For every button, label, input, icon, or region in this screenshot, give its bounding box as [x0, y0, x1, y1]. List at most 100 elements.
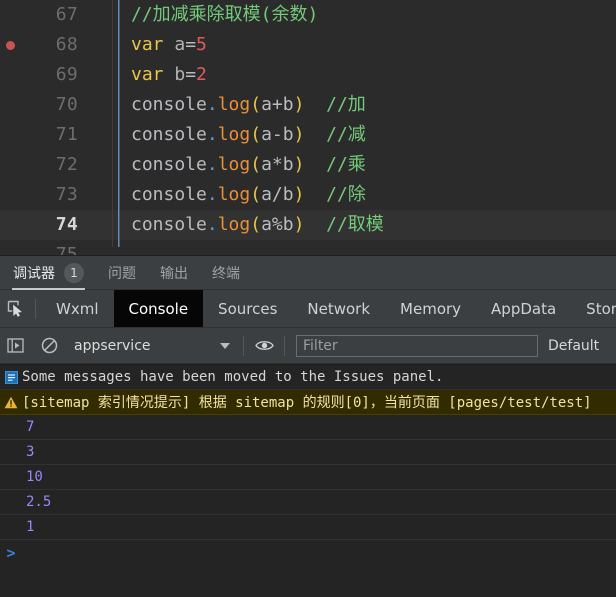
line-number-gutter: 67: [22, 0, 90, 30]
toolbar-divider-2: [243, 335, 244, 356]
code-token: (: [250, 154, 262, 175]
code-token: ): [293, 184, 305, 205]
code-line[interactable]: 71 console.log(a-b) //减: [0, 120, 616, 150]
console-filter-placeholder: Filter: [303, 337, 338, 354]
devtools-tab-appdata[interactable]: AppData: [476, 290, 571, 327]
code-line-list: 67 //加减乘除取模(余数) 68 var a=5 69 var b=2 70 consol…: [0, 0, 616, 256]
console-message-log[interactable]: 1: [0, 515, 616, 540]
code-fold-gutter[interactable]: [90, 60, 112, 90]
console-message-text: 3: [26, 444, 35, 460]
console-message-log[interactable]: 2.5: [0, 490, 616, 515]
console-message-warn[interactable]: [sitemap 索引情况提示] 根据 sitemap 的规则[0]，当前页面 …: [0, 390, 616, 415]
info-icon: [0, 370, 22, 384]
line-number: 73: [55, 184, 78, 205]
indent-guide: [119, 120, 120, 150]
warning-triangle-icon: [0, 396, 22, 409]
line-number-gutter: 72: [22, 150, 90, 180]
breakpoint-gutter[interactable]: [0, 30, 22, 60]
code-token: .: [206, 184, 218, 205]
code-token: console: [131, 124, 207, 145]
code-fold-gutter[interactable]: [90, 0, 112, 30]
indent-guide: [119, 90, 120, 120]
log-level-select[interactable]: Default: [548, 338, 599, 354]
execution-context-select[interactable]: appservice: [68, 334, 238, 358]
text-caret: [118, 0, 119, 256]
code-token: .: [206, 154, 218, 175]
console-message-info[interactable]: Some messages have been moved to the Iss…: [0, 365, 616, 390]
code-token: .: [206, 94, 218, 115]
code-token: console: [131, 154, 207, 175]
live-expression-eye-icon[interactable]: [249, 331, 279, 361]
clear-console-icon[interactable]: [34, 331, 64, 361]
devtools-tab-storage[interactable]: Storage: [571, 290, 616, 327]
breakpoint-gutter[interactable]: [0, 240, 22, 256]
code-token: console: [131, 184, 207, 205]
devtools-tab-bar: Wxml Console Sources Network Memory AppData St…: [0, 290, 616, 328]
indent-guide: [119, 150, 120, 180]
devtools-tab-console[interactable]: Console: [113, 290, 204, 327]
code-fold-gutter[interactable]: [90, 90, 112, 120]
code-editor[interactable]: 67 //加减乘除取模(余数) 68 var a=5 69 var b=2 70 consol…: [0, 0, 616, 256]
devtools-tab-network[interactable]: Network: [292, 290, 385, 327]
console-prompt-row[interactable]: >: [0, 540, 616, 570]
code-line-text: //加减乘除取模(余数): [119, 0, 616, 30]
devtools-tab-sources[interactable]: Sources: [203, 290, 292, 327]
console-filter-input[interactable]: Filter: [296, 334, 538, 357]
code-token: a+b: [261, 94, 294, 115]
console-output[interactable]: Some messages have been moved to the Iss…: [0, 364, 616, 597]
breakpoint-gutter[interactable]: [0, 210, 22, 240]
console-sidebar-icon[interactable]: [0, 331, 30, 361]
breakpoint-gutter[interactable]: [0, 60, 22, 90]
code-fold-gutter[interactable]: [90, 30, 112, 60]
console-message-text: Some messages have been moved to the Iss…: [22, 369, 444, 385]
panel-tab-调试器[interactable]: 调试器 1: [12, 256, 85, 290]
code-token: ): [293, 154, 305, 175]
code-token: ): [293, 94, 305, 115]
code-line[interactable]: 67 //加减乘除取模(余数): [0, 0, 616, 30]
bottom-panel: 调试器 1 问题 输出 终端 Wxml Console Sources Network Memo…: [0, 256, 616, 597]
code-token: //取模: [326, 214, 384, 235]
devtools-window: 67 //加减乘除取模(余数) 68 var a=5 69 var b=2 70 consol…: [0, 0, 616, 597]
console-message-log[interactable]: 10: [0, 465, 616, 490]
code-fold-gutter[interactable]: [90, 210, 112, 240]
breakpoint-gutter[interactable]: [0, 180, 22, 210]
code-token: log: [217, 154, 251, 175]
console-message-log[interactable]: 7: [0, 415, 616, 440]
line-number: 71: [55, 124, 78, 145]
console-message-log[interactable]: 3: [0, 440, 616, 465]
code-line[interactable]: 70 console.log(a+b) //加: [0, 90, 616, 120]
devtools-tab-wxml[interactable]: Wxml: [41, 290, 114, 327]
code-line[interactable]: 69 var b=2: [0, 60, 616, 90]
breakpoint-gutter[interactable]: [0, 150, 22, 180]
panel-tab-终端[interactable]: 终端: [211, 256, 241, 290]
chevron-down-icon: [220, 342, 230, 349]
panel-tab-问题[interactable]: 问题: [107, 256, 137, 290]
code-fold-gutter[interactable]: [90, 180, 112, 210]
code-token: log: [217, 214, 251, 235]
code-fold-gutter[interactable]: [90, 120, 112, 150]
code-line[interactable]: 72 console.log(a*b) //乘: [0, 150, 616, 180]
inspect-element-icon[interactable]: [0, 294, 30, 324]
breakpoint-gutter[interactable]: [0, 90, 22, 120]
line-number: 72: [55, 154, 78, 175]
console-prompt-chevron-icon: >: [6, 544, 16, 562]
code-line[interactable]: 73 console.log(a/b) //除: [0, 180, 616, 210]
console-message-text: 7: [26, 419, 35, 435]
devtools-tab-memory[interactable]: Memory: [385, 290, 476, 327]
code-token: =: [185, 34, 197, 55]
code-line-text: var a=5: [119, 30, 616, 60]
breakpoint-dot-icon[interactable]: [6, 41, 15, 50]
panel-tab-label: 终端: [212, 265, 240, 282]
code-fold-gutter[interactable]: [90, 150, 112, 180]
code-line[interactable]: 68 var a=5: [0, 30, 616, 60]
code-line-text: console.log(a%b) //取模: [119, 210, 616, 240]
code-line[interactable]: 74 console.log(a%b) //取模: [0, 210, 616, 240]
breakpoint-gutter[interactable]: [0, 0, 22, 30]
breakpoint-gutter[interactable]: [0, 120, 22, 150]
devtools-tab-list: Wxml Console Sources Network Memory AppData St…: [41, 290, 616, 327]
panel-tab-输出[interactable]: 输出: [159, 256, 189, 290]
code-line-text: console.log(a*b) //乘: [119, 150, 616, 180]
code-token: a-b: [261, 124, 294, 145]
